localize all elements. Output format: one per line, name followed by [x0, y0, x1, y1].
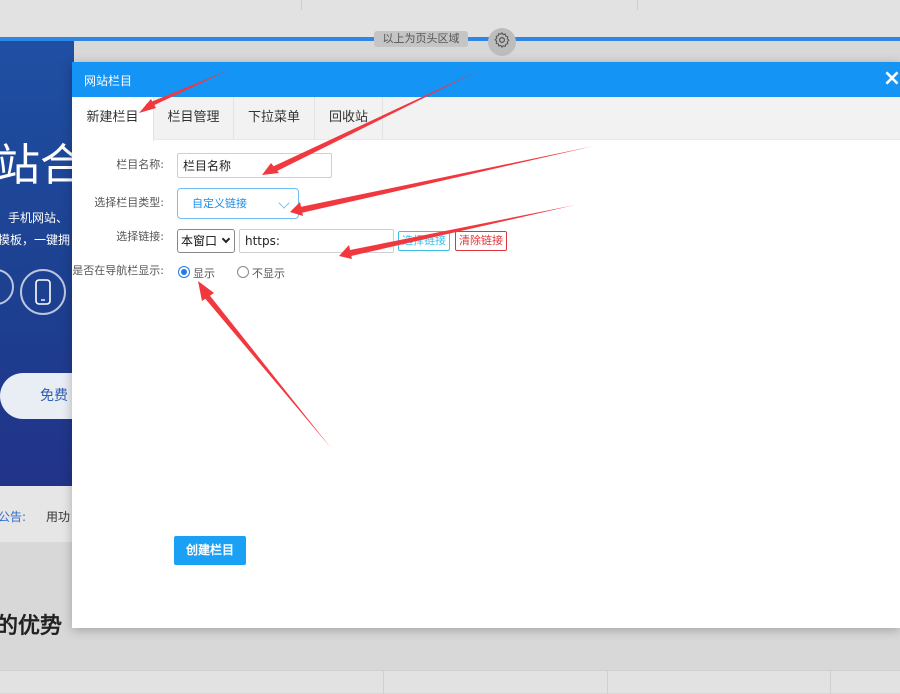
chevron-down-icon	[278, 197, 290, 209]
free-trial-button[interactable]: 免费	[0, 373, 74, 419]
column-type-value: 自定义链接	[192, 197, 247, 210]
divider	[383, 671, 384, 694]
hero-title: 站合	[0, 140, 74, 191]
select-link-button[interactable]: 选择链接	[398, 231, 450, 251]
notice-bar: 公告: 用功	[0, 486, 74, 542]
tab-new-column[interactable]: 新建栏目	[72, 97, 154, 141]
notice-text[interactable]: 用功	[46, 508, 70, 525]
hero-subtitle: 手机网站、	[8, 211, 69, 225]
tab-recycle-bin[interactable]: 回收站	[315, 97, 383, 140]
chevron-down-icon	[221, 234, 231, 244]
advantages-heading: 的优势	[0, 614, 63, 639]
create-column-button[interactable]: 创建栏目	[174, 536, 246, 565]
gear-icon	[493, 31, 511, 53]
phone-icon	[20, 269, 66, 315]
tab-column-manage[interactable]: 栏目管理	[154, 97, 234, 140]
hero-subtitle-2: 摸板，一键拥	[0, 233, 71, 247]
show-radio[interactable]	[178, 266, 190, 278]
divider	[607, 671, 608, 694]
column-modal: 网站栏目 × 新建栏目 栏目管理 下拉菜单 回收站 栏目名称: 栏目名称 选择栏…	[72, 62, 900, 628]
clear-link-button[interactable]: 清除链接	[455, 231, 507, 251]
divider	[301, 0, 302, 10]
divider	[830, 671, 831, 694]
close-icon[interactable]: ×	[880, 67, 900, 91]
nav-display-label: 是否在导航栏显示:	[72, 264, 164, 277]
column-name-input[interactable]: 栏目名称	[177, 153, 332, 178]
header-area-tag: 以上为页头区域	[374, 31, 468, 47]
feature-icon	[0, 269, 14, 305]
modal-header: 网站栏目 ×	[72, 62, 900, 97]
hide-radio[interactable]	[237, 266, 249, 278]
page-bottom-bar	[0, 670, 900, 694]
hero-banner: 站合 手机网站、 摸板，一键拥 免费	[0, 41, 74, 486]
divider	[637, 0, 638, 10]
show-radio-label: 显示	[193, 267, 215, 280]
settings-button[interactable]	[488, 28, 516, 56]
column-name-label: 栏目名称:	[116, 158, 164, 171]
modal-title: 网站栏目	[84, 74, 133, 88]
window-target-select[interactable]: 本窗口	[177, 229, 235, 253]
modal-tabs: 新建栏目 栏目管理 下拉菜单 回收站	[72, 97, 900, 141]
link-label: 选择链接:	[116, 230, 164, 243]
notice-label: 公告:	[0, 510, 27, 524]
window-target-value: 本窗口	[181, 234, 218, 248]
column-type-select[interactable]: 自定义链接	[177, 188, 299, 219]
hide-radio-label: 不显示	[252, 267, 285, 280]
column-type-label: 选择栏目类型:	[94, 196, 164, 209]
link-input[interactable]: https:	[239, 229, 394, 253]
tab-dropdown-menu[interactable]: 下拉菜单	[234, 97, 315, 140]
